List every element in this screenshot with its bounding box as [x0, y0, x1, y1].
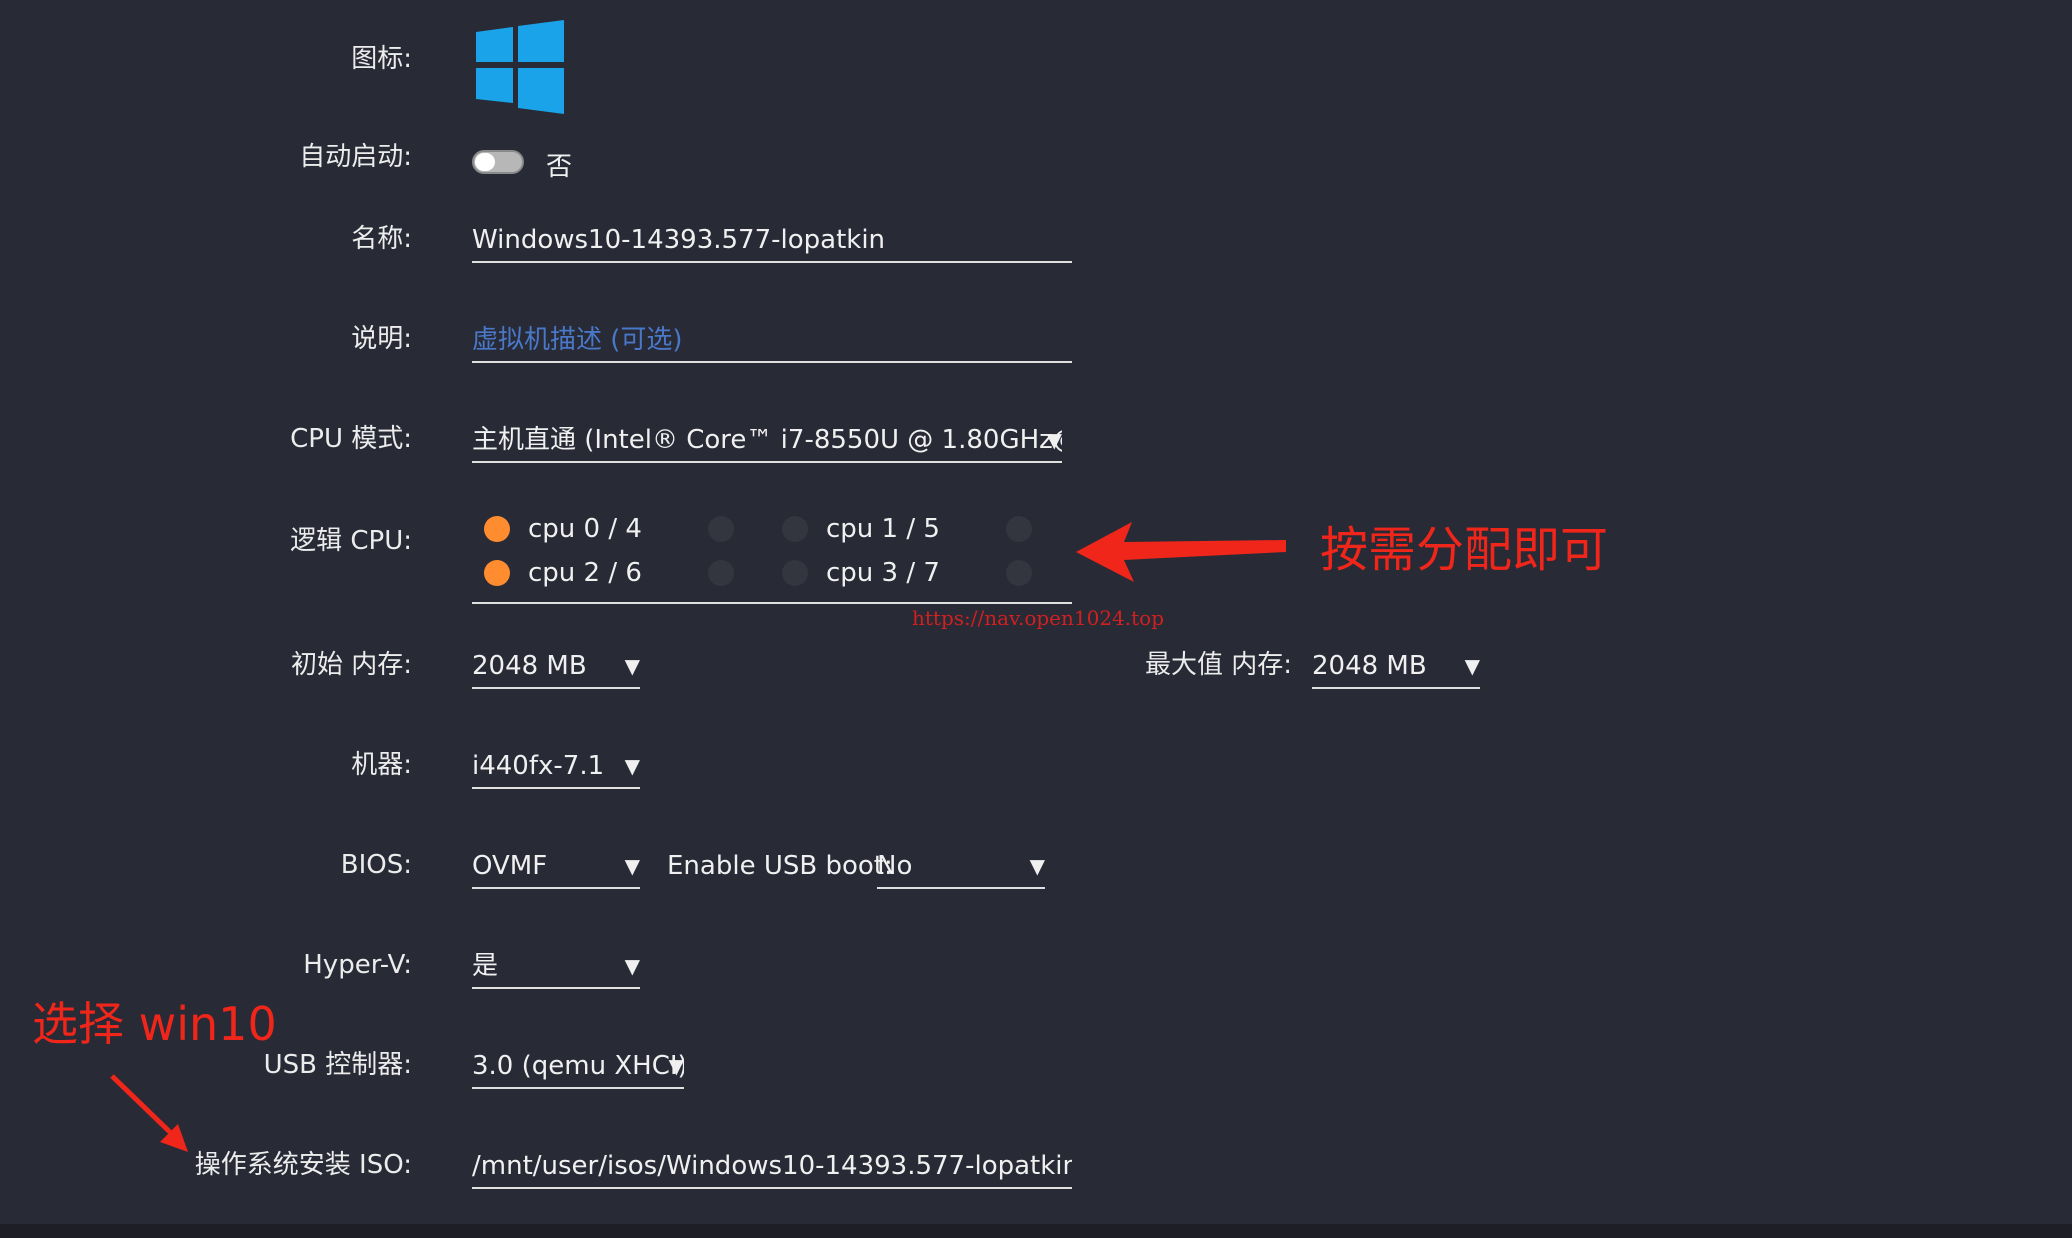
label-usb-controller: USB 控制器: — [263, 1050, 412, 1080]
hyperv-select[interactable]: 是 ▼ — [472, 945, 640, 989]
toggle-knob — [475, 153, 495, 171]
triangle-down-icon: ▼ — [624, 854, 640, 878]
label-bios: BIOS: — [340, 850, 412, 880]
hyperv-value: 是 — [472, 951, 499, 981]
triangle-down-icon: ▼ — [668, 1054, 684, 1078]
name-input[interactable]: Windows10-14393.577-lopatkin — [472, 219, 1072, 263]
autostart-state: 否 — [546, 152, 573, 182]
triangle-down-icon: ▼ — [1464, 654, 1480, 678]
triangle-down-icon: ▼ — [1046, 428, 1062, 452]
cpu-0-label: cpu 0 / 4 — [528, 514, 642, 544]
cpu-mode-select[interactable]: 主机直通 (Intel® Core™ i7-8550U @ 1.80GHz@) … — [472, 419, 1062, 463]
initial-memory-select[interactable]: 2048 MB ▼ — [472, 645, 640, 689]
cpu-2-label: cpu 2 / 6 — [528, 558, 642, 588]
cpu-2-ht-checkbox[interactable] — [708, 560, 734, 586]
bottom-bar — [0, 1224, 2072, 1238]
label-name: 名称: — [351, 224, 412, 254]
cpu-0-ht-checkbox[interactable] — [708, 516, 734, 542]
cpu-3-ht-checkbox[interactable] — [1006, 560, 1032, 586]
watermark-text: https://nav.open1024.top — [912, 606, 1165, 630]
triangle-down-icon: ▼ — [624, 754, 640, 778]
cpu-mode-value: 主机直通 (Intel® Core™ i7-8550U @ 1.80GHz@) — [472, 425, 1062, 455]
label-os-iso: 操作系统安装 ISO: — [194, 1150, 412, 1180]
cpu-3-label: cpu 3 / 7 — [826, 558, 940, 588]
label-autostart: 自动启动: — [299, 142, 412, 172]
usb-controller-select[interactable]: 3.0 (qemu XHCI) ▼ — [472, 1045, 684, 1089]
description-input[interactable]: 虚拟机描述 (可选) — [472, 319, 1072, 363]
label-machine: 机器: — [351, 750, 412, 780]
cpu-2-checkbox[interactable] — [484, 560, 510, 586]
label-enable-usb-boot: Enable USB boot: — [667, 851, 893, 881]
annotation-allocate: 按需分配即可 — [1320, 522, 1609, 578]
autostart-toggle[interactable] — [472, 150, 524, 174]
cpu-1-checkbox[interactable] — [782, 516, 808, 542]
label-initial-memory: 初始 内存: — [290, 650, 412, 680]
cpu-1-ht-checkbox[interactable] — [1006, 516, 1032, 542]
annotation-arrow-left-icon — [1076, 522, 1286, 582]
annotation-arrow-down-right-icon — [110, 1074, 188, 1152]
label-hyperv: Hyper-V: — [303, 950, 412, 980]
cpu-3-checkbox[interactable] — [782, 560, 808, 586]
label-cpu-mode: CPU 模式: — [290, 424, 412, 454]
usb-controller-value: 3.0 (qemu XHCI) — [472, 1051, 684, 1081]
triangle-down-icon: ▼ — [624, 654, 640, 678]
max-memory-select[interactable]: 2048 MB ▼ — [1312, 645, 1480, 689]
cpu-0-checkbox[interactable] — [484, 516, 510, 542]
usb-boot-value: No — [877, 851, 913, 881]
logical-cpu-group: cpu 0 / 4 cpu 1 / 5 cpu 2 / 6 cpu 3 / 7 — [472, 506, 1072, 604]
max-memory-value: 2048 MB — [1312, 651, 1427, 681]
triangle-down-icon: ▼ — [624, 954, 640, 978]
initial-memory-value: 2048 MB — [472, 651, 587, 681]
label-logical-cpu: 逻辑 CPU: — [290, 526, 412, 556]
annotation-select-win10: 选择 win10 — [32, 997, 277, 1051]
windows-logo-icon[interactable] — [474, 20, 566, 114]
label-description: 说明: — [351, 324, 412, 354]
label-icon: 图标: — [351, 44, 412, 74]
machine-select[interactable]: i440fx-7.1 ▼ — [472, 745, 640, 789]
usb-boot-select[interactable]: No ▼ — [877, 845, 1045, 889]
cpu-1-label: cpu 1 / 5 — [826, 514, 940, 544]
triangle-down-icon: ▼ — [1029, 854, 1045, 878]
bios-value: OVMF — [472, 851, 548, 881]
label-max-memory: 最大值 内存: — [1144, 650, 1292, 680]
machine-value: i440fx-7.1 — [472, 751, 605, 781]
os-iso-input[interactable]: /mnt/user/isos/Windows10-14393.577-lopat… — [472, 1145, 1072, 1189]
bios-select[interactable]: OVMF ▼ — [472, 845, 640, 889]
